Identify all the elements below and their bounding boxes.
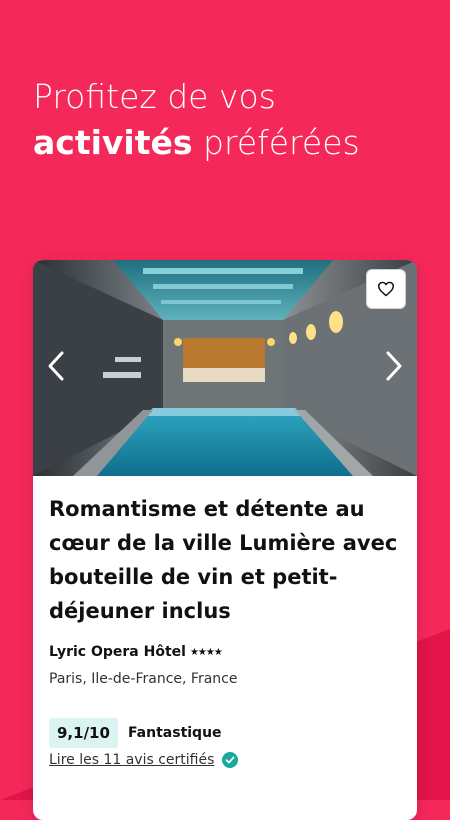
rating-row: 9,1/10 Fantastique [49, 718, 222, 748]
offer-title[interactable]: Romantisme et détente au cœur de la vill… [49, 492, 399, 628]
reviews-row: Lire les 11 avis certifiés [49, 752, 239, 768]
headline-rest: préférées [192, 123, 360, 162]
headline-bold: activités [33, 123, 193, 162]
favorite-button[interactable] [366, 269, 406, 309]
offer-card[interactable]: Romantisme et détente au cœur de la vill… [33, 260, 417, 820]
next-photo-button[interactable] [379, 346, 409, 386]
score-badge: 9,1/10 [49, 718, 118, 748]
hotel-name: Lyric Opera Hôtel [49, 644, 186, 660]
reviews-link[interactable]: Lire les 11 avis certifiés [49, 752, 214, 768]
rating-label: Fantastique [127, 725, 222, 741]
hotel-location: Paris, Ile-de-France, France [49, 671, 238, 687]
chevron-right-icon [386, 351, 402, 381]
prev-photo-button[interactable] [41, 346, 71, 386]
chevron-left-icon [48, 351, 64, 381]
headline-line1: Profitez de vos [33, 77, 276, 116]
headline-line2: activités préférées [33, 120, 433, 166]
hotel-pool-photo[interactable] [33, 260, 417, 476]
headline: Profitez de vos activités préférées [33, 74, 433, 166]
star-rating: ★★★★ [189, 646, 223, 658]
heart-icon [377, 281, 394, 297]
hotel-info: Lyric Opera Hôtel ★★★★ [49, 644, 223, 660]
check-circle-icon [222, 752, 239, 768]
